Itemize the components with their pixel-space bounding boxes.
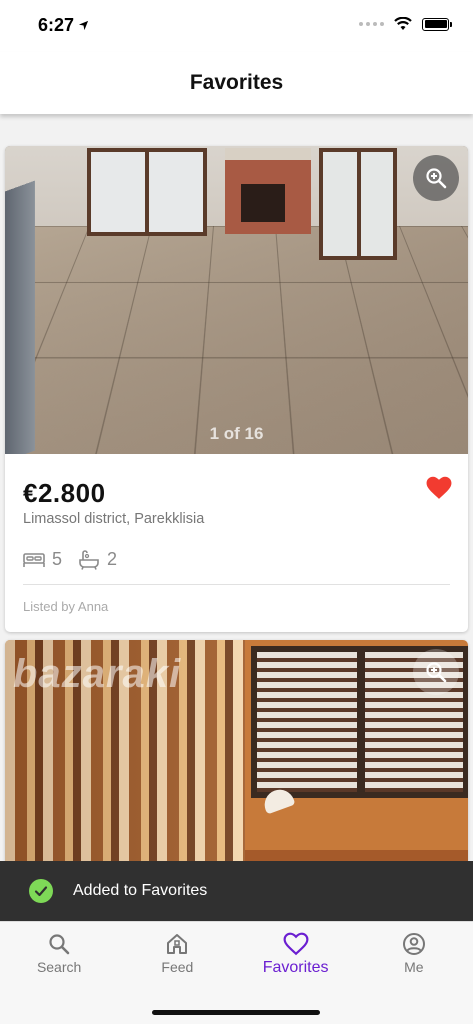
page-title: Favorites — [189, 71, 284, 94]
nav-item-favorites[interactable]: Favorites — [237, 922, 355, 988]
bedrooms-count: 5 — [52, 549, 63, 569]
cellular-signal-icon — [359, 22, 384, 26]
status-bar: 6:27 — [0, 0, 473, 52]
app-header: Favorites — [0, 52, 473, 114]
bed-icon — [23, 552, 45, 567]
location-arrow-icon — [78, 20, 89, 31]
bathrooms-feature: 2 — [78, 549, 117, 570]
listing-photo[interactable]: bazaraki — [5, 640, 468, 880]
zoom-in-icon — [426, 168, 447, 189]
status-time: 6:27 — [38, 15, 75, 35]
nav-label: Favorites — [262, 959, 329, 976]
listing-location: Limassol district, Parekklisia — [23, 511, 205, 527]
listing-photo[interactable]: 1 of 16 — [5, 146, 468, 454]
wifi-icon — [394, 17, 412, 30]
snackbar: Added to Favorites — [0, 861, 473, 921]
home-indicator[interactable] — [152, 1010, 320, 1015]
nav-label: Search — [36, 959, 82, 975]
zoom-button[interactable] — [413, 649, 459, 695]
listing-features: 5 2 — [23, 549, 450, 570]
home-icon — [167, 934, 188, 954]
listing-details: €2.800 Limassol district, Parekklisia 5 — [5, 454, 468, 614]
nav-label: Me — [404, 959, 424, 975]
battery-icon — [422, 17, 452, 31]
bottom-nav: Search Feed Favorites Me — [0, 921, 473, 1024]
photo-counter: 1 of 16 — [209, 424, 264, 443]
heart-filled-icon — [426, 476, 452, 499]
nav-label: Feed — [161, 959, 194, 975]
status-time-wrap: 6:27 — [38, 15, 89, 36]
status-indicators — [359, 17, 452, 31]
zoom-button[interactable] — [413, 155, 459, 201]
check-circle-icon — [29, 879, 53, 903]
heart-icon — [283, 932, 309, 956]
favorite-button[interactable] — [426, 476, 452, 505]
bathtub-icon — [79, 549, 99, 570]
divider — [23, 584, 450, 585]
listing-card[interactable]: bazaraki — [5, 640, 468, 880]
snackbar-message: Added to Favorites — [73, 882, 208, 899]
nav-item-me[interactable]: Me — [355, 922, 473, 988]
listing-price: €2.800 — [23, 478, 106, 508]
listing-card[interactable]: 1 of 16 €2.800 Limassol district, Parekk… — [5, 146, 468, 632]
nav-item-search[interactable]: Search — [0, 922, 118, 988]
listed-by: Listed by Anna — [23, 599, 109, 614]
search-icon — [49, 934, 70, 955]
zoom-in-icon — [426, 662, 447, 683]
account-icon — [402, 933, 425, 955]
bedrooms-feature: 5 — [23, 549, 62, 570]
watermark: bazaraki — [13, 652, 182, 696]
nav-item-feed[interactable]: Feed — [118, 922, 236, 988]
bathrooms-count: 2 — [107, 549, 118, 569]
